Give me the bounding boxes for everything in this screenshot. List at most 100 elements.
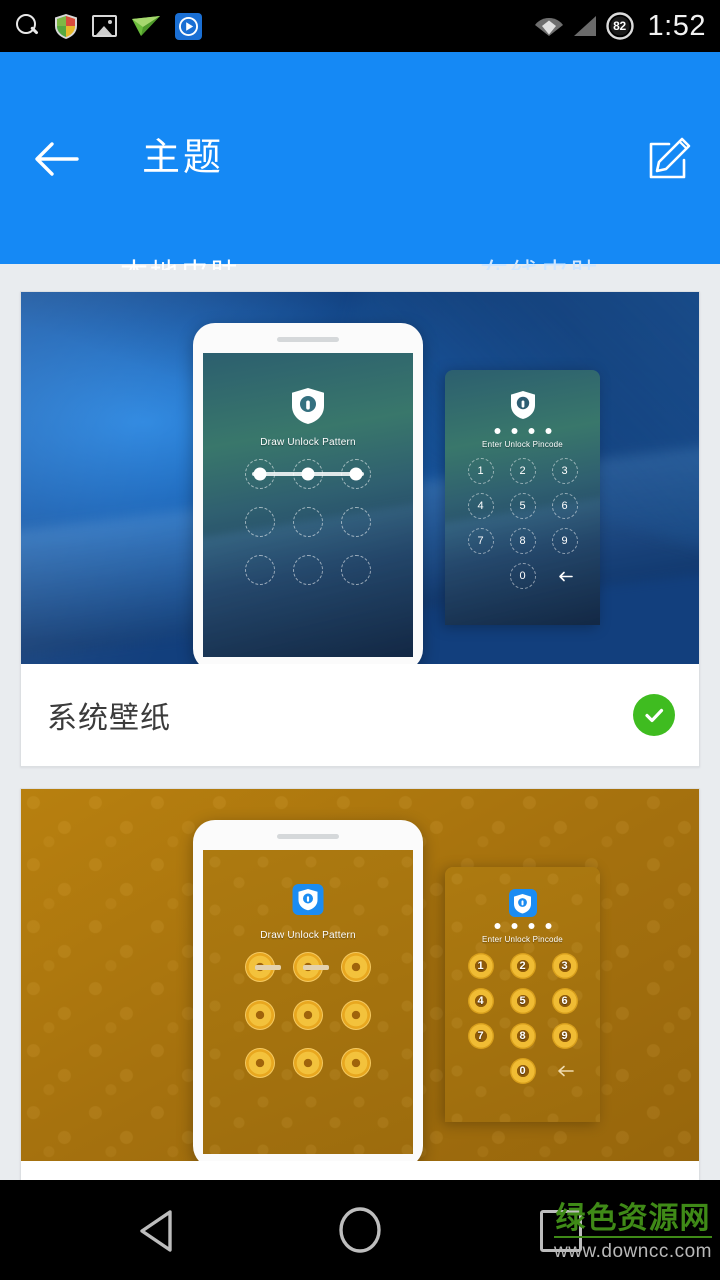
pin-dot [528,923,534,929]
phone-mockup-pattern: Draw Unlock Pattern [193,820,423,1161]
phone-screen: Draw Unlock Pattern [203,850,413,1154]
shield-lock-icon [292,388,324,424]
media-player-icon [175,12,202,40]
theme-preview-image: Enter Unlock Pincode 1 2 3 4 5 6 7 8 9 0… [21,292,699,664]
phone-mockup-pincode: Enter Unlock Pincode 1 2 3 4 5 6 7 8 9 0 [445,370,600,625]
keypad-backspace-icon[interactable] [552,563,578,589]
pin-dot [545,428,551,434]
pattern-lock-ui: Draw Unlock Pattern [203,850,413,1154]
site-watermark: 绿色资源网 www.downcc.com [554,1204,712,1261]
theme-card-system-wallpaper[interactable]: Enter Unlock Pincode 1 2 3 4 5 6 7 8 9 0… [20,291,700,767]
keypad-key-4[interactable]: 4 [467,988,494,1014]
pattern-dot[interactable] [245,1000,275,1030]
keypad-key-1[interactable]: 1 [467,953,494,979]
phone-screen: Draw Unlock Pattern [203,353,413,657]
wifi-icon [534,18,563,36]
pattern-dot-grid [245,459,371,585]
keypad-key-7[interactable]: 7 [467,528,494,554]
search-icon [14,13,40,39]
app-bar: 主题 本地皮肤 在线皮肤 [0,52,720,317]
pin-dot [511,923,517,929]
pattern-dot[interactable] [293,1000,323,1030]
theme-title: 系统壁纸 [47,702,171,735]
shield-lock-icon [292,884,324,915]
pin-dot [545,923,551,929]
keypad-spacer [468,563,494,589]
battery-icon: 82 [605,12,634,40]
keypad-key-9[interactable]: 9 [551,528,578,554]
keypad-key-1[interactable]: 1 [467,458,494,484]
phone-speaker [277,834,339,839]
keypad-key-6[interactable]: 6 [551,493,578,519]
battery-level-text: 82 [613,19,626,33]
nav-home-circle-icon[interactable] [336,1206,384,1254]
shield-lock-icon [508,889,537,917]
pattern-dot[interactable] [341,555,371,585]
theme-card-footer: 系统壁纸 [21,664,699,766]
keypad-key-8[interactable]: 8 [509,1023,536,1049]
pattern-connect-line [255,965,281,970]
signal-icon [573,16,596,36]
pattern-connect-line [252,472,364,476]
keypad-key-9[interactable]: 9 [551,1023,578,1049]
pattern-dot[interactable] [245,507,275,537]
keypad-key-5[interactable]: 5 [509,988,536,1014]
keypad-key-3[interactable]: 3 [551,953,578,979]
pattern-dot-grid [245,952,371,1078]
page-title: 主题 [142,137,225,179]
pattern-dot[interactable] [293,1048,323,1078]
pattern-dot[interactable] [341,507,371,537]
keypad-key-2[interactable]: 2 [509,458,536,484]
pincode-keypad: 1 2 3 4 5 6 7 8 9 0 [467,953,578,1084]
navigation-bar: 绿色资源网 www.downcc.com [0,1180,720,1280]
keypad-key-0[interactable]: 0 [509,1058,536,1084]
keypad-key-2[interactable]: 2 [509,953,536,979]
pattern-dot[interactable] [245,555,275,585]
pin-dot [494,428,500,434]
phone-speaker [277,337,339,342]
pincode-lock-ui: Enter Unlock Pincode 1 2 3 4 5 6 7 8 9 0 [445,867,600,1122]
pattern-dot[interactable] [293,507,323,537]
keypad-key-7[interactable]: 7 [467,1023,494,1049]
status-bar-clock: 1:52 [647,9,706,42]
security-shield-icon [55,13,77,39]
pincode-prompt-text: Enter Unlock Pincode [482,440,563,449]
pattern-dot[interactable] [341,1048,371,1078]
pin-dot [511,428,517,434]
pattern-lock-ui: Draw Unlock Pattern [203,353,413,657]
keypad-key-6[interactable]: 6 [551,988,578,1014]
keypad-key-0[interactable]: 0 [509,563,536,589]
status-bar-notification-icons [14,12,202,40]
gallery-image-icon [92,15,117,37]
pin-dot-indicators [494,923,551,929]
status-bar: 82 1:52 [0,0,720,52]
pattern-dot[interactable] [341,1000,371,1030]
keypad-spacer [468,1058,494,1084]
pattern-dot[interactable] [293,555,323,585]
pattern-prompt-text: Draw Unlock Pattern [260,930,356,941]
theme-preview-image: Enter Unlock Pincode 1 2 3 4 5 6 7 8 9 0… [21,789,699,1161]
status-bar-system-icons: 82 1:52 [534,10,706,43]
pin-dot [494,923,500,929]
keypad-key-3[interactable]: 3 [551,458,578,484]
watermark-site-name: 绿色资源网 [554,1204,712,1238]
theme-list[interactable]: Enter Unlock Pincode 1 2 3 4 5 6 7 8 9 0… [0,270,720,1264]
phone-screen: 82 1:52 主题 本地皮肤 在线皮肤 [0,0,720,1280]
shield-lock-icon [510,391,535,419]
pin-dot [528,428,534,434]
green-check-icon[interactable] [633,694,675,736]
keypad-key-8[interactable]: 8 [509,528,536,554]
edit-pencil-icon[interactable] [644,134,694,184]
keypad-key-4[interactable]: 4 [467,493,494,519]
pincode-prompt-text: Enter Unlock Pincode [482,935,563,944]
pattern-dot[interactable] [245,1048,275,1078]
keypad-backspace-icon[interactable] [552,1058,578,1084]
keypad-key-5[interactable]: 5 [509,493,536,519]
back-arrow-icon[interactable] [33,136,81,182]
phone-mockup-pattern: Draw Unlock Pattern [193,323,423,664]
nav-back-triangle-icon[interactable] [136,1208,184,1254]
pattern-dot[interactable] [341,952,371,982]
pattern-prompt-text: Draw Unlock Pattern [260,437,356,448]
paper-plane-icon [132,16,160,36]
pincode-keypad: 1 2 3 4 5 6 7 8 9 0 [467,458,578,589]
